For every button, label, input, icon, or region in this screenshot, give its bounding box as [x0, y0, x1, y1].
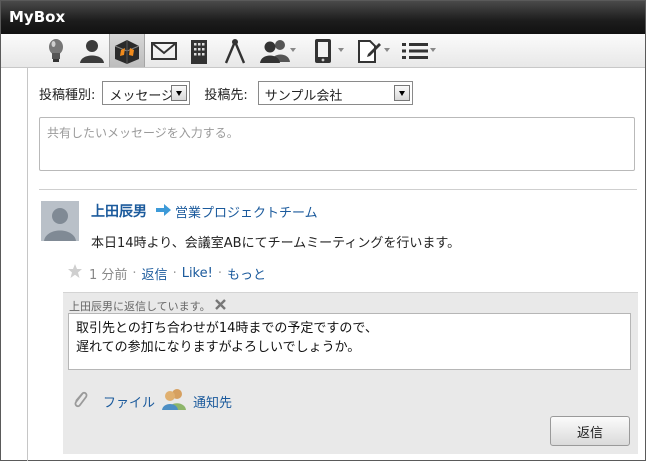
- dropdown-caret-icon: [430, 48, 436, 52]
- post-group-link[interactable]: 営業プロジェクトチーム: [175, 202, 318, 221]
- building-icon[interactable]: [183, 34, 215, 67]
- chevron-down-icon: [171, 85, 188, 101]
- reply-to-notice: 上田辰男に返信しています。: [69, 298, 226, 314]
- group-icon[interactable]: [253, 34, 297, 67]
- notify-link[interactable]: 通知先: [193, 392, 232, 411]
- reply-submit-button[interactable]: 返信: [550, 416, 630, 446]
- post-target-label: 投稿先:: [204, 87, 248, 103]
- lightbulb-icon[interactable]: [39, 34, 73, 67]
- toolbar: [1, 34, 645, 68]
- reply-line: 遅れての参加になりますがよろしいでしょうか。: [76, 340, 361, 355]
- post-type-select[interactable]: メッセージ: [102, 81, 191, 105]
- reply-to-text: 上田辰男に返信しています。: [69, 300, 211, 313]
- users-icon[interactable]: [161, 388, 187, 414]
- star-icon[interactable]: [67, 263, 83, 283]
- reply-panel: 上田辰男に返信しています。 取引先との打ち合わせが14時までの予定ですので、 遅…: [63, 292, 638, 454]
- compose-options: 投稿種別: メッセージ 投稿先: サンプル会社: [39, 80, 413, 106]
- dropdown-caret-icon: [338, 48, 344, 52]
- post-actions: 1 分前 · 返信 · Like! · もっと: [67, 263, 266, 283]
- separator-dot: ·: [172, 265, 177, 281]
- mail-icon[interactable]: [147, 34, 181, 67]
- window-title: MyBox: [1, 1, 645, 34]
- message-input[interactable]: 共有したいメッセージを入力する。: [39, 117, 635, 171]
- post-target-value: サンプル会社: [264, 89, 343, 104]
- reply-input[interactable]: 取引先との打ち合わせが14時までの予定ですので、 遅れての参加になりますがよろし…: [68, 313, 631, 370]
- dropdown-caret-icon: [384, 48, 390, 52]
- app-window: MyBox 投稿種別: メッセージ 投稿先: サンプル会社 共有したいメッセージ…: [0, 0, 646, 461]
- compass-icon[interactable]: [219, 34, 251, 67]
- post-type-label: 投稿種別:: [39, 87, 96, 103]
- phone-icon[interactable]: [301, 34, 345, 67]
- divider: [39, 189, 637, 190]
- user-icon[interactable]: [75, 34, 109, 67]
- more-link[interactable]: もっと: [227, 264, 266, 283]
- reply-link[interactable]: 返信: [142, 264, 168, 283]
- document-edit-icon[interactable]: [347, 34, 391, 67]
- avatar[interactable]: [41, 201, 79, 241]
- post-author[interactable]: 上田辰男: [91, 201, 147, 221]
- post-time: 1 分前: [89, 267, 128, 283]
- box-icon[interactable]: [109, 34, 145, 67]
- reply-attachments: ファイル 通知先: [71, 388, 232, 414]
- file-link[interactable]: ファイル: [103, 392, 155, 411]
- close-icon[interactable]: [214, 299, 226, 313]
- chevron-down-icon: [393, 85, 410, 101]
- paperclip-icon[interactable]: [71, 389, 89, 413]
- left-border: [27, 68, 28, 461]
- post-type-value: メッセージ: [109, 89, 175, 104]
- separator-dot: ·: [132, 265, 137, 281]
- list-icon[interactable]: [393, 34, 437, 67]
- dropdown-caret-icon: [290, 48, 296, 52]
- post-body: 本日14時より、会議室ABにてチームミーティングを行います。: [91, 236, 461, 251]
- like-link[interactable]: Like!: [182, 266, 213, 281]
- post-target-select[interactable]: サンプル会社: [257, 81, 413, 105]
- arrow-right-icon: [156, 204, 171, 220]
- reply-line: 取引先との打ち合わせが14時までの予定ですので、: [76, 321, 378, 336]
- separator-dot: ·: [217, 265, 222, 281]
